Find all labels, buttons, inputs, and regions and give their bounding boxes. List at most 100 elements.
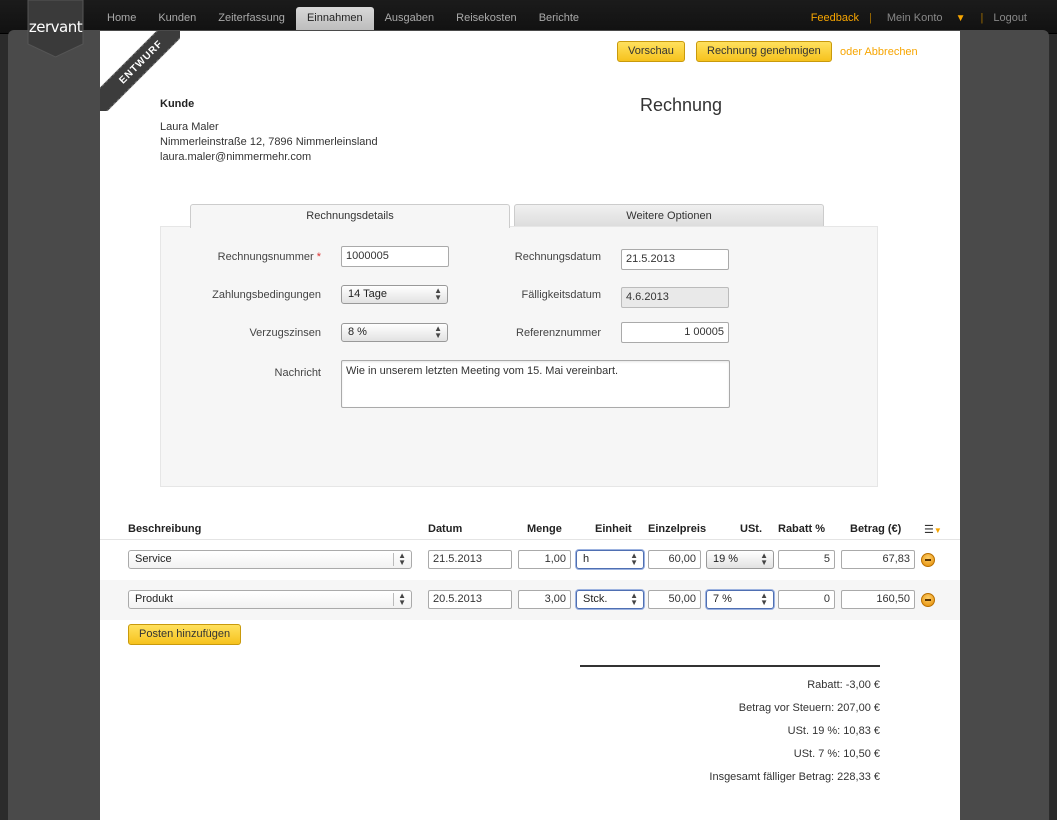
- caret-down-icon: ▼: [955, 13, 966, 24]
- customer-email: laura.maler@nimmermehr.com: [160, 151, 312, 163]
- select-arrows-icon: ▲ ▼: [760, 591, 768, 607]
- payment-terms-value: 14 Tage: [348, 288, 387, 300]
- preview-button[interactable]: Vorschau: [617, 41, 685, 62]
- feedback-link[interactable]: Feedback: [811, 12, 859, 24]
- message-textarea[interactable]: Wie in unserem letzten Meeting vom 15. M…: [341, 360, 730, 408]
- invoice-date-label: Rechnungsdatum: [514, 251, 601, 263]
- item-description-select[interactable]: Service ▲ ▼: [128, 550, 412, 569]
- select-arrows-icon: ▲ ▼: [434, 286, 442, 302]
- cancel-link[interactable]: oder Abbrechen: [840, 46, 918, 58]
- col-vat: USt.: [740, 523, 762, 535]
- separator: |: [869, 12, 872, 24]
- select-arrows-icon: ▲ ▼: [434, 324, 442, 340]
- total-vat-19: USt. 19 %: 10,83 €: [787, 725, 880, 737]
- item-vat-select[interactable]: 19 % ▲ ▼: [706, 550, 774, 569]
- item-unit-select[interactable]: h ▲ ▼: [576, 550, 644, 569]
- nav-zeiterfassung[interactable]: Zeiterfassung: [207, 7, 296, 30]
- tab-rechnungsdetails[interactable]: Rechnungsdetails: [190, 204, 510, 228]
- my-account-link[interactable]: Mein Konto ▼: [882, 12, 971, 24]
- total-vat-7: USt. 7 %: 10,50 €: [793, 748, 880, 760]
- document-title: Rechnung: [640, 95, 723, 115]
- nav-einnahmen[interactable]: Einnahmen: [295, 7, 374, 30]
- message-label: Nachricht: [274, 367, 321, 379]
- logout-link[interactable]: Logout: [993, 12, 1027, 24]
- payment-terms-select[interactable]: 14 Tage ▲ ▼: [341, 285, 448, 304]
- totals-divider: [580, 665, 880, 667]
- item-discount-input[interactable]: 5: [778, 550, 835, 569]
- user-menu: Feedback | Mein Konto ▼ | Logout: [806, 12, 1032, 24]
- total-discount: Rabatt: -3,00 €: [807, 679, 880, 691]
- tab-weitere-optionen[interactable]: Weitere Optionen: [514, 204, 824, 227]
- item-discount-input[interactable]: 0: [778, 590, 835, 609]
- item-quantity-input[interactable]: 3,00: [518, 590, 571, 609]
- select-arrows-icon: ▲ ▼: [760, 551, 768, 567]
- list-icon: ☰: [924, 524, 934, 536]
- col-quantity: Menge: [527, 523, 562, 535]
- select-arrows-icon: ▲ ▼: [398, 551, 406, 567]
- remove-item-icon[interactable]: [921, 593, 935, 607]
- item-date-input[interactable]: 21.5.2013: [428, 550, 512, 569]
- col-discount: Rabatt %: [778, 523, 826, 535]
- item-vat-value: 19 %: [713, 553, 739, 565]
- col-unit: Einheit: [595, 523, 632, 535]
- nav-kunden[interactable]: Kunden: [147, 7, 207, 30]
- nav-berichte[interactable]: Berichte: [528, 7, 590, 30]
- item-quantity-input[interactable]: 1,00: [518, 550, 571, 569]
- select-arrows-icon: ▲ ▼: [630, 591, 638, 607]
- caret-down-icon: ▼: [933, 526, 942, 535]
- payment-terms-label: Zahlungsbedingungen: [212, 289, 321, 301]
- my-account-label: Mein Konto: [886, 12, 943, 24]
- late-interest-value: 8 %: [348, 326, 367, 338]
- due-date-field: 4.6.2013: [621, 287, 729, 308]
- nav-ausgaben[interactable]: Ausgaben: [374, 7, 446, 30]
- total-due: Insgesamt fälliger Betrag: 228,33 €: [709, 771, 880, 783]
- item-vat-select[interactable]: 7 % ▲ ▼: [706, 590, 774, 609]
- select-divider: [393, 593, 394, 606]
- col-amount: Betrag (€): [850, 523, 902, 535]
- item-amount-field: 67,83: [841, 550, 915, 569]
- item-unit-price-input[interactable]: 50,00: [648, 590, 701, 609]
- separator: |: [980, 12, 984, 24]
- item-description-select[interactable]: Produkt ▲ ▼: [128, 590, 412, 609]
- column-menu-button[interactable]: ☰▼: [924, 523, 942, 536]
- table-row: Produkt ▲ ▼ 20.5.2013 3,00 Stck. ▲ ▼ 50,00…: [100, 580, 960, 620]
- item-unit-price-input[interactable]: 60,00: [648, 550, 701, 569]
- item-date-input[interactable]: 20.5.2013: [428, 590, 512, 609]
- top-navigation-bar: Home Kunden Zeiterfassung Einnahmen Ausg…: [0, 0, 1057, 34]
- approve-invoice-button[interactable]: Rechnung genehmigen: [696, 41, 832, 62]
- late-interest-label: Verzugszinsen: [249, 327, 321, 339]
- item-amount-field: 160,50: [841, 590, 915, 609]
- remove-item-icon[interactable]: [921, 553, 935, 567]
- col-unit-price: Einzelpreis: [648, 523, 707, 535]
- due-date-label: Fälligkeitsdatum: [521, 289, 601, 301]
- reference-input[interactable]: 1 00005: [621, 322, 729, 343]
- col-date: Datum: [428, 523, 463, 535]
- col-description: Beschreibung: [128, 523, 202, 535]
- add-item-button[interactable]: Posten hinzufügen: [128, 624, 242, 645]
- item-description-value: Produkt: [135, 593, 173, 605]
- zervant-logo[interactable]: zervant: [27, 0, 84, 58]
- late-interest-select[interactable]: 8 % ▲ ▼: [341, 323, 448, 342]
- select-arrows-icon: ▲ ▼: [630, 551, 638, 567]
- reference-label: Referenznummer: [516, 327, 601, 339]
- invoice-number-label-text: Rechnungsnummer: [217, 251, 314, 263]
- required-marker: *: [316, 251, 321, 263]
- nav-home[interactable]: Home: [96, 7, 147, 30]
- main-nav: Home Kunden Zeiterfassung Einnahmen Ausg…: [96, 7, 590, 30]
- invoice-document: ENTWURF Vorschau Rechnung genehmigen ode…: [100, 31, 960, 820]
- customer-name: Laura Maler: [160, 121, 219, 133]
- customer-heading: Kunde: [160, 98, 195, 110]
- table-row: Service ▲ ▼ 21.5.2013 1,00 h ▲ ▼ 60,00 19 …: [100, 540, 960, 580]
- item-unit-value: Stck.: [583, 593, 608, 605]
- logo-text: zervant: [28, 18, 83, 36]
- select-arrows-icon: ▲ ▼: [398, 591, 406, 607]
- invoice-number-label: Rechnungsnummer *: [181, 251, 321, 263]
- customer-address: Nimmerleinstraße 12, 7896 Nimmerleinslan…: [160, 136, 378, 148]
- invoice-number-input[interactable]: 1000005: [341, 246, 449, 267]
- invoice-details-panel: Rechnungsnummer * 1000005 Zahlungsbeding…: [160, 226, 878, 487]
- item-vat-value: 7 %: [713, 593, 732, 605]
- invoice-date-input[interactable]: 21.5.2013: [621, 249, 729, 270]
- total-before-tax: Betrag vor Steuern: 207,00 €: [738, 702, 880, 714]
- item-unit-select[interactable]: Stck. ▲ ▼: [576, 590, 644, 609]
- nav-reisekosten[interactable]: Reisekosten: [445, 7, 528, 30]
